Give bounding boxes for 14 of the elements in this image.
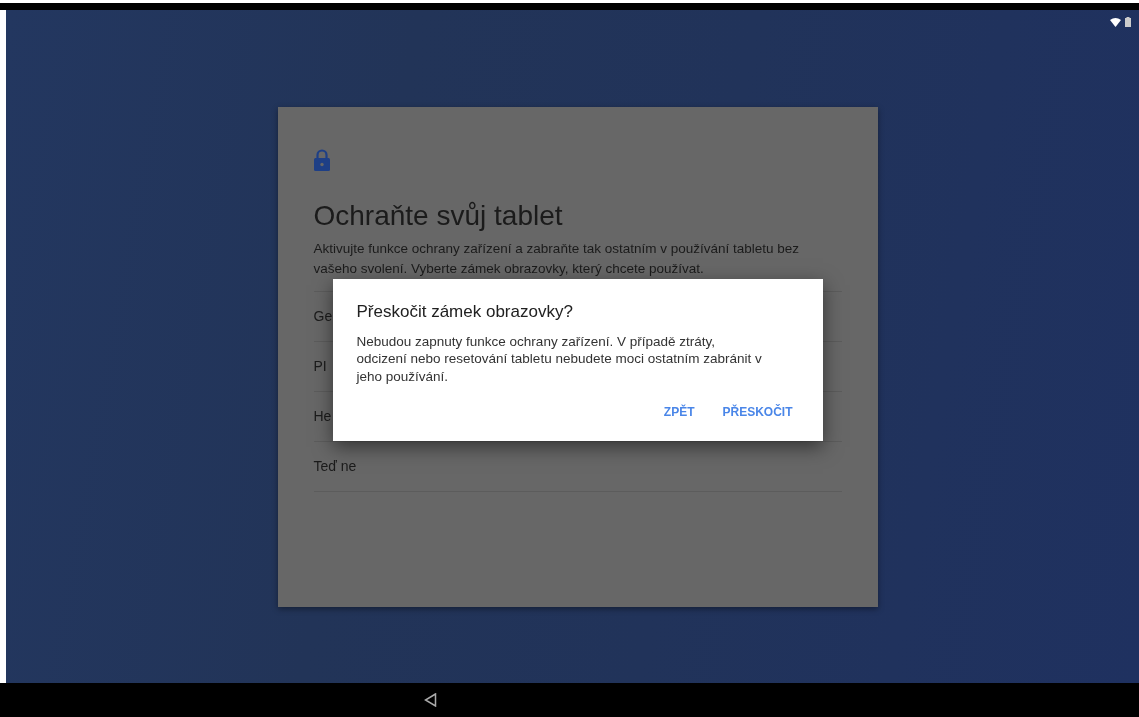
wifi-icon: [1110, 17, 1121, 27]
page-title: Ochraňte svůj tablet: [313, 199, 564, 233]
lock-option[interactable]: He: [313, 406, 332, 428]
lock-option[interactable]: Teď ne: [313, 456, 357, 478]
back-icon[interactable]: [424, 693, 437, 707]
battery-icon: [1125, 17, 1131, 27]
dialog-button[interactable]: PŘESKOČIT: [716, 399, 799, 426]
description-text: Aktivujte funkce ochrany zařízení a zabraňte tak ostatním v používání tabletu bez vašeho svolení. Vyberte zámek obrazovky, který chcete používat.: [313, 239, 801, 278]
dialog-button[interactable]: ZPĚT: [657, 399, 701, 426]
lock-option[interactable]: Ge: [313, 306, 333, 328]
lock-icon: [313, 148, 330, 171]
dialog-title: Přeskočit zámek obrazovky?: [356, 301, 574, 323]
dialog-message: Nebudou zapnuty funkce ochrany zařízení. V případě ztráty, odcizení nebo resetování tabletu nebudete moci ostatním zabránit v jeho používání.: [356, 332, 763, 386]
lock-option[interactable]: PI: [313, 356, 327, 378]
